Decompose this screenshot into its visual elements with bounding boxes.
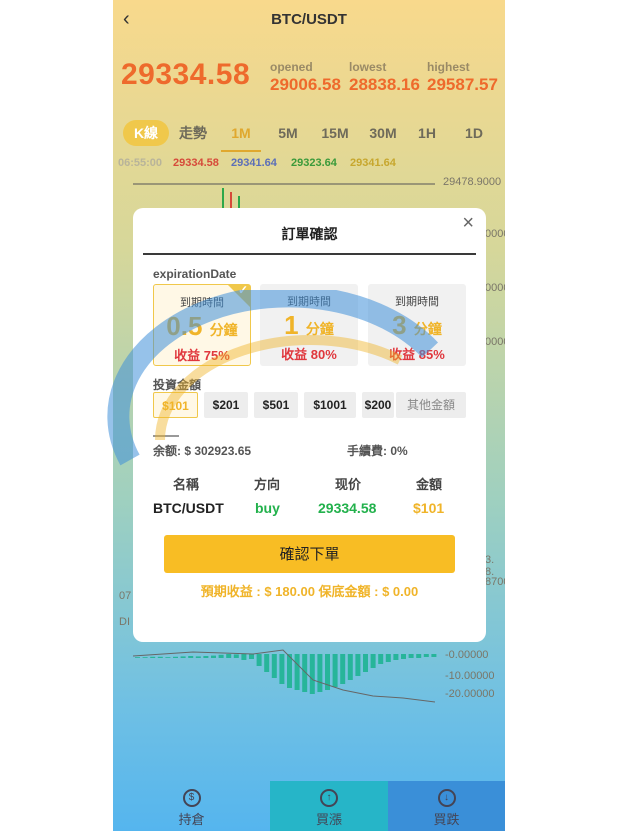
amount-option-2001[interactable]: $200	[362, 392, 394, 418]
header-direction: 方向	[254, 477, 281, 492]
balance-text: 余额: $ 302923.65	[153, 444, 252, 458]
other-amount-button[interactable]: 其他金額	[396, 392, 466, 418]
header-name: 名稱	[173, 477, 200, 492]
confirm-order-button[interactable]: 確認下單	[164, 535, 455, 573]
amount-divider	[153, 435, 179, 437]
expiration-option-1[interactable]: ✓ 到期時間 0.5 分鐘 收益 75%	[153, 283, 251, 366]
modal-overlay: 訂單確認 × expirationDate ✓ 到期時間 0.5 分鐘 收益 7…	[0, 0, 619, 831]
option-duration: 0.5 分鐘	[166, 311, 238, 341]
option-yield: 收益 80%	[281, 347, 337, 362]
amount-option-1001[interactable]: $1001	[304, 392, 356, 418]
option-duration: 3 分鐘	[392, 310, 442, 340]
expiration-option-3[interactable]: 到期時間 3 分鐘 收益 85%	[368, 284, 466, 366]
expected-profit-text: 預期收益 : $ 180.00 保底金額 : $ 0.00	[200, 584, 419, 599]
order-price: 29334.58	[318, 500, 377, 516]
order-confirm-dialog: 訂單確認 × expirationDate ✓ 到期時間 0.5 分鐘 收益 7…	[133, 208, 486, 642]
dialog-title: 訂單確認	[281, 226, 338, 242]
expiration-option-2[interactable]: 到期時間 1 分鐘 收益 80%	[260, 284, 358, 366]
order-pair: BTC/USDT	[153, 500, 224, 516]
amount-option-101[interactable]: $101	[153, 392, 198, 418]
title-divider	[143, 253, 476, 255]
option-label: 到期時間	[395, 296, 439, 308]
amount-option-201[interactable]: $201	[204, 392, 248, 418]
close-icon[interactable]: ×	[462, 212, 474, 235]
option-label: 到期時間	[287, 296, 331, 308]
amount-option-501[interactable]: $501	[254, 392, 298, 418]
expiration-label: expirationDate	[153, 267, 237, 281]
option-duration: 1 分鐘	[284, 310, 334, 340]
header-amount: 金額	[416, 477, 443, 492]
option-yield: 收益 75%	[174, 348, 230, 363]
option-yield: 收益 85%	[389, 347, 445, 362]
order-direction: buy	[255, 500, 280, 516]
invest-label: 投資金額	[153, 378, 202, 392]
order-amount: $101	[413, 500, 445, 516]
header-price: 现价	[335, 477, 362, 492]
option-label: 到期時間	[180, 297, 224, 309]
fee-text: 手續費: 0%	[347, 444, 408, 458]
